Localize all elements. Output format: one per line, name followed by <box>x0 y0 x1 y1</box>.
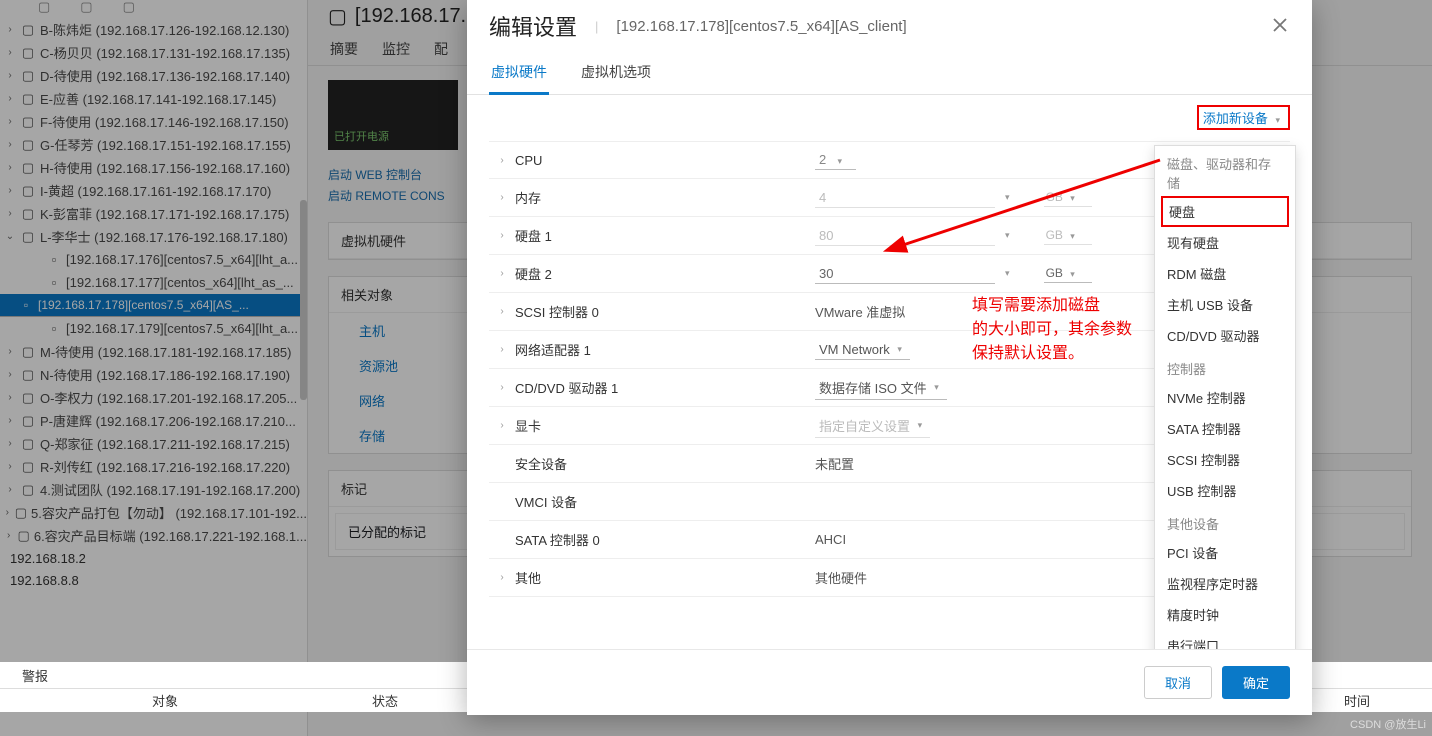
cancel-button[interactable]: 取消 <box>1144 666 1212 699</box>
dropdown[interactable]: 指定自定义设置 ▾ <box>815 414 930 438</box>
menu-section-header: 控制器 <box>1155 351 1295 382</box>
hw-label: 显卡 <box>515 416 815 435</box>
dialog-title: 编辑设置 <box>489 10 577 42</box>
hw-label: CPU <box>515 153 815 168</box>
tab-vm-options[interactable]: 虚拟机选项 <box>579 54 653 94</box>
menu-item[interactable]: 主机 USB 设备 <box>1155 289 1295 320</box>
menu-item[interactable]: CD/DVD 驱动器 <box>1155 320 1295 351</box>
value-text: 未配置 <box>815 454 854 473</box>
close-icon[interactable] <box>1272 17 1290 35</box>
expand-icon[interactable]: › <box>489 155 515 166</box>
hw-label: VMCI 设备 <box>515 492 815 511</box>
menu-item[interactable]: SCSI 控制器 <box>1155 444 1295 475</box>
expand-icon[interactable]: › <box>489 382 515 393</box>
value-text: VMware 准虚拟 <box>815 302 905 321</box>
menu-section-header: 其他设备 <box>1155 506 1295 537</box>
alerts-header[interactable]: 警报 <box>0 662 130 689</box>
hw-label: 内存 <box>515 188 815 207</box>
expand-icon[interactable]: › <box>489 572 515 583</box>
hw-label: SATA 控制器 0 <box>515 530 815 549</box>
cpu-select[interactable]: 2 ▾ <box>815 150 856 170</box>
dropdown[interactable]: VM Network ▾ <box>815 340 910 360</box>
menu-item[interactable]: 硬盘 <box>1161 196 1289 227</box>
expand-icon[interactable]: › <box>489 230 515 241</box>
edit-settings-dialog: 编辑设置 | [192.168.17.178][centos7.5_x64][A… <box>467 0 1312 715</box>
menu-section-header: 磁盘、驱动器和存储 <box>1155 146 1295 196</box>
value-text: AHCI <box>815 532 846 547</box>
add-device-menu: 磁盘、驱动器和存储硬盘现有硬盘RDM 磁盘主机 USB 设备CD/DVD 驱动器… <box>1154 145 1296 649</box>
unit-select[interactable]: GB ▾ <box>1044 264 1092 283</box>
col-object[interactable]: 对象 <box>130 687 200 714</box>
expand-icon[interactable]: › <box>489 306 515 317</box>
value-input[interactable] <box>815 226 995 246</box>
dialog-subtitle: [192.168.17.178][centos7.5_x64][AS_clien… <box>616 18 1254 35</box>
ok-button[interactable]: 确定 <box>1222 666 1290 699</box>
col-time[interactable]: 时间 <box>1322 687 1392 714</box>
hw-label: CD/DVD 驱动器 1 <box>515 378 815 397</box>
expand-icon[interactable]: › <box>489 344 515 355</box>
expand-icon[interactable]: › <box>489 268 515 279</box>
hw-label: 网络适配器 1 <box>515 340 815 359</box>
menu-item[interactable]: NVMe 控制器 <box>1155 382 1295 413</box>
hw-label: 硬盘 1 <box>515 226 815 245</box>
menu-item[interactable]: RDM 磁盘 <box>1155 258 1295 289</box>
watermark: CSDN @放生Li <box>1350 716 1426 732</box>
hw-label: 硬盘 2 <box>515 264 815 283</box>
hw-label: SCSI 控制器 0 <box>515 302 815 321</box>
menu-item[interactable]: SATA 控制器 <box>1155 413 1295 444</box>
col-status[interactable]: 状态 <box>350 687 420 714</box>
hw-label: 安全设备 <box>515 454 815 473</box>
expand-icon[interactable]: › <box>489 420 515 431</box>
expand-icon[interactable]: › <box>489 192 515 203</box>
menu-item[interactable]: 串行端口 <box>1155 630 1295 649</box>
value-input[interactable] <box>815 188 995 208</box>
tab-virtual-hardware[interactable]: 虚拟硬件 <box>489 54 549 95</box>
menu-item[interactable]: 现有硬盘 <box>1155 227 1295 258</box>
menu-item[interactable]: USB 控制器 <box>1155 475 1295 506</box>
value-input[interactable] <box>815 264 995 284</box>
add-device-button[interactable]: 添加新设备 ▾ <box>1197 105 1290 130</box>
chevron-down-icon: ▾ <box>1271 115 1284 125</box>
unit-select[interactable]: GB ▾ <box>1044 226 1092 245</box>
menu-item[interactable]: PCI 设备 <box>1155 537 1295 568</box>
value-text: 其他硬件 <box>815 568 867 587</box>
menu-item[interactable]: 监视程序定时器 <box>1155 568 1295 599</box>
unit-select[interactable]: GB ▾ <box>1044 188 1092 207</box>
hw-label: 其他 <box>515 568 815 587</box>
menu-item[interactable]: 精度时钟 <box>1155 599 1295 630</box>
dropdown[interactable]: 数据存储 ISO 文件 ▾ <box>815 376 947 400</box>
